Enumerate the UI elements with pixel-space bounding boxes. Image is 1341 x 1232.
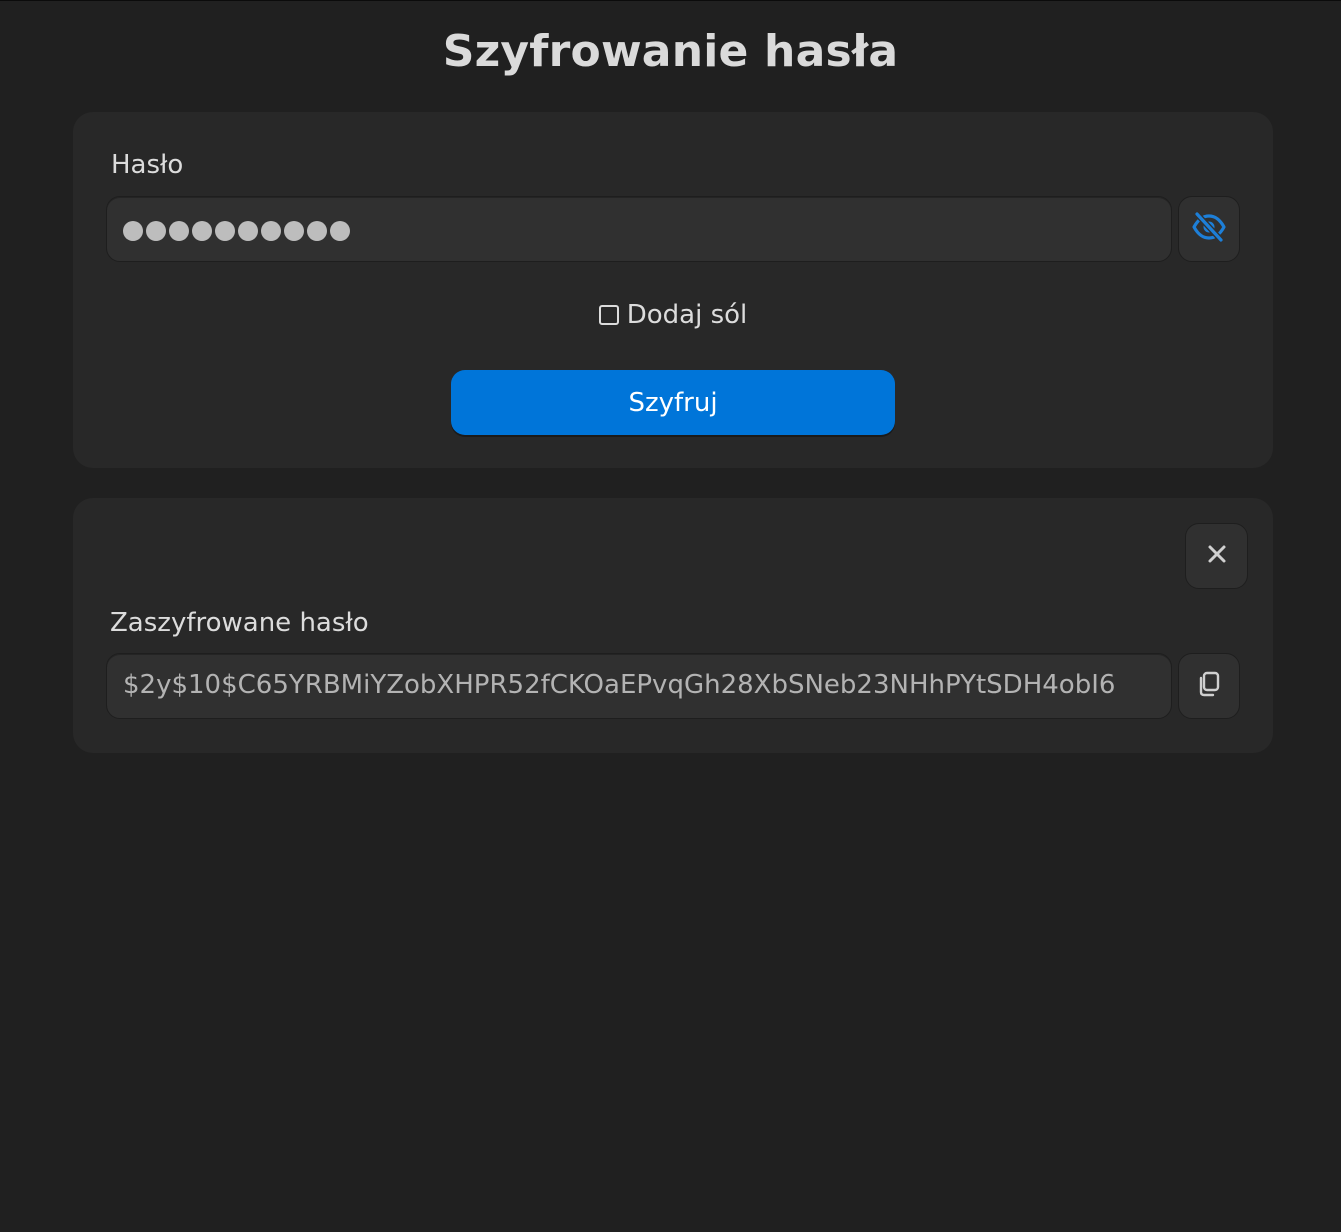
password-mask-dot: [261, 221, 281, 241]
encrypt-button[interactable]: Szyfruj: [451, 370, 895, 435]
toggle-visibility-button[interactable]: [1178, 196, 1240, 262]
hash-output-field[interactable]: $2y$10$C65YRBMiYZobXHPR52fCKOaEPvqGh28Xb…: [106, 653, 1172, 719]
password-form-card: Hasło Dodaj sól Szyfruj: [73, 112, 1273, 468]
page-title: Szyfrowanie hasła: [442, 26, 899, 77]
window-top-border: [0, 0, 1341, 1]
hash-label: Zaszyfrowane hasło: [110, 608, 369, 638]
password-mask-dot: [238, 221, 258, 241]
close-result-button[interactable]: [1185, 523, 1248, 589]
eye-slash-icon: [1191, 209, 1227, 249]
hash-value: $2y$10$C65YRBMiYZobXHPR52fCKOaEPvqGh28Xb…: [123, 670, 1116, 700]
password-mask-dot: [330, 221, 350, 241]
password-mask-dot: [284, 221, 304, 241]
password-mask-dot: [123, 221, 143, 241]
password-input[interactable]: [106, 196, 1172, 262]
password-mask-dot: [169, 221, 189, 241]
password-mask-dot: [146, 221, 166, 241]
copy-icon: [1194, 669, 1224, 703]
salt-option: Dodaj sól: [73, 300, 1273, 330]
password-mask-dot: [307, 221, 327, 241]
copy-hash-button[interactable]: [1178, 653, 1240, 719]
salt-checkbox[interactable]: [598, 305, 619, 325]
result-card: Zaszyfrowane hasło $2y$10$C65YRBMiYZobXH…: [73, 498, 1273, 753]
close-icon: [1206, 543, 1228, 569]
salt-label[interactable]: Dodaj sól: [627, 300, 748, 330]
password-mask: [123, 221, 350, 241]
password-mask-dot: [192, 221, 212, 241]
password-mask-dot: [215, 221, 235, 241]
password-label: Hasło: [111, 150, 184, 180]
